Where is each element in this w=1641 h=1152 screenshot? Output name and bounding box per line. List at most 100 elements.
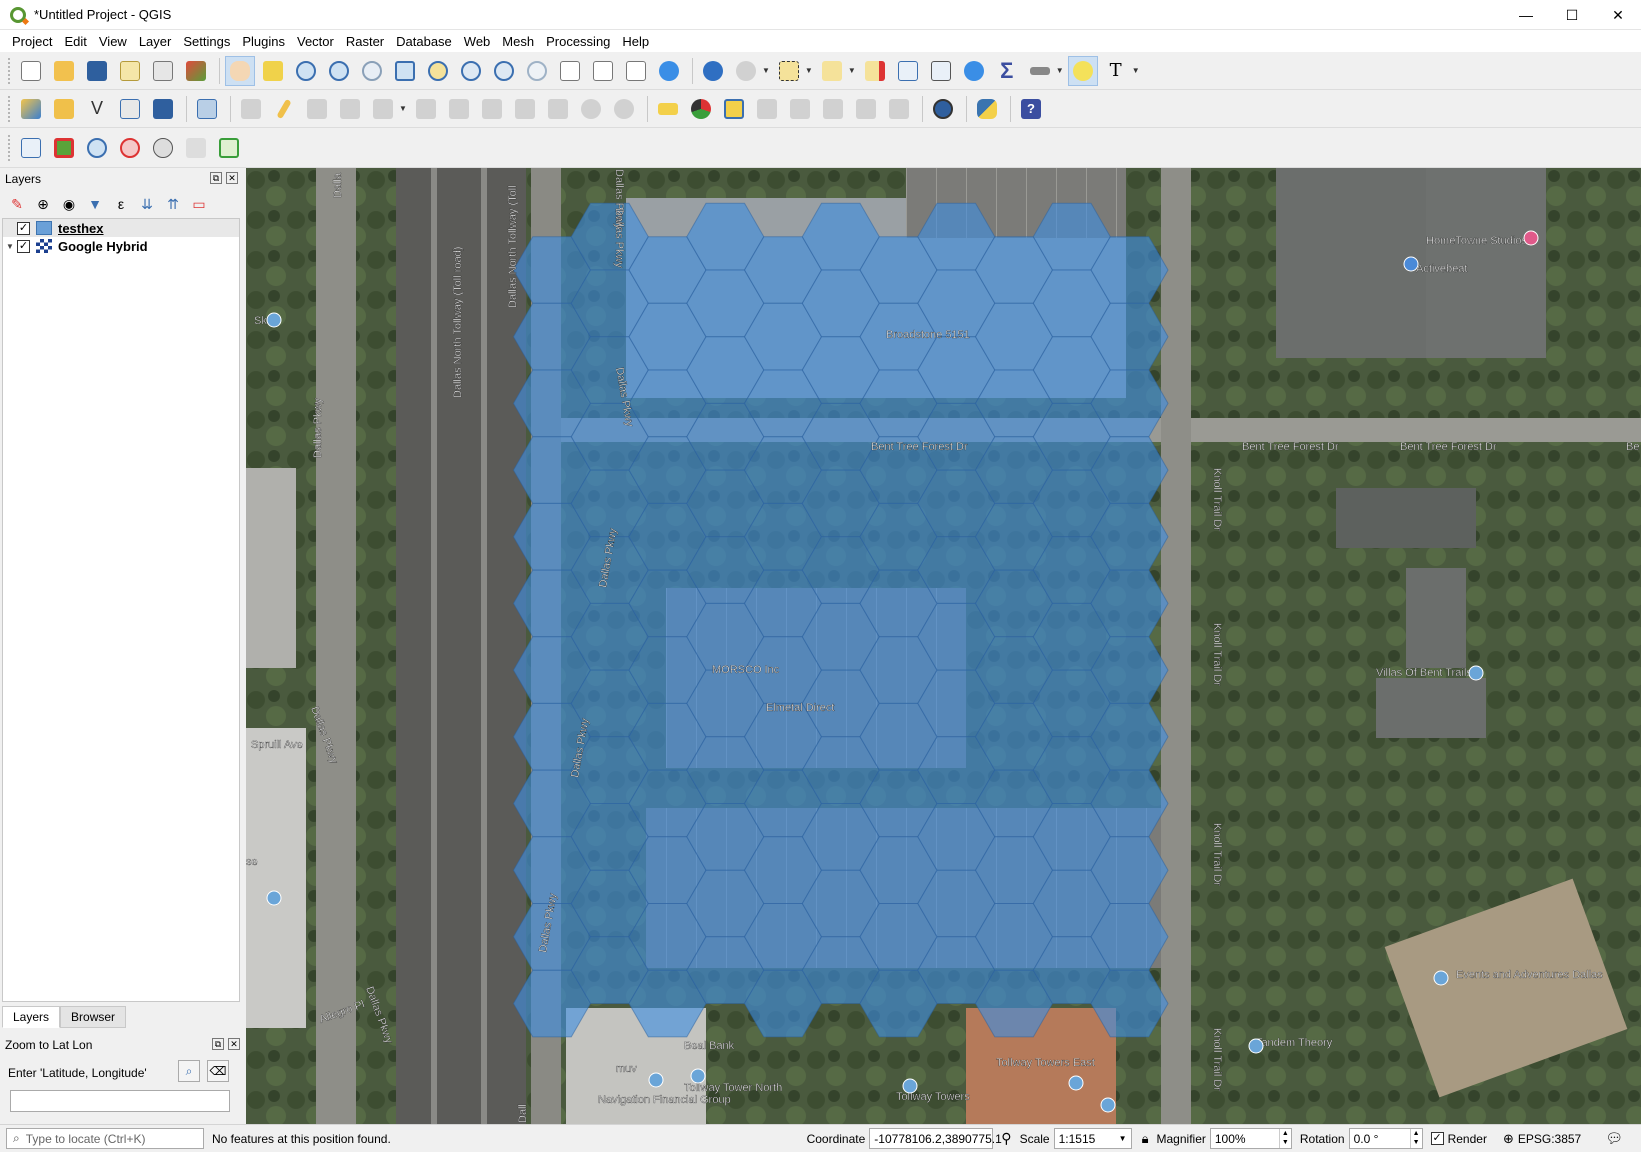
magnifier-spinbox[interactable]: 100% ▲ ▼ [1209,1128,1292,1149]
style-manager-button[interactable] [181,56,211,86]
select-features-button[interactable] [774,56,804,86]
menu-vector[interactable]: Vector [291,34,340,49]
expand-all-button[interactable]: ⇊ [136,193,158,215]
menu-view[interactable]: View [93,34,133,49]
copy-features-button[interactable] [510,94,540,124]
statistics-button[interactable] [926,56,956,86]
redo-button[interactable] [609,94,639,124]
style-layer-button[interactable]: ✎ [6,193,28,215]
new-virtual-layer-button[interactable] [148,94,178,124]
float-panel-button[interactable]: ⧉ [210,172,222,184]
attribute-table-button[interactable] [893,56,923,86]
virtual-layer-button[interactable] [192,94,222,124]
map-pin-icon[interactable] [266,312,282,328]
zoom-out-button[interactable] [324,56,354,86]
zoom-to-latlon-button[interactable]: ⌕ [178,1060,200,1082]
refresh-button[interactable] [654,56,684,86]
menu-mesh[interactable]: Mesh [496,34,540,49]
map-pin-icon[interactable] [1068,1075,1084,1091]
new-map-view-button[interactable] [555,56,585,86]
select-by-value-button[interactable] [817,56,847,86]
chevron-down-icon[interactable]: ▼ [848,66,856,75]
lock-scale-icon[interactable]: 🔒︎ [1142,1131,1149,1147]
save-project-button[interactable] [82,56,112,86]
processing-toolbox-button[interactable] [959,56,989,86]
highlight-pinned-labels-button[interactable] [719,94,749,124]
move-label-button[interactable] [818,94,848,124]
data-source-manager-button[interactable] [16,94,46,124]
chevron-down-icon[interactable]: ▼ [3,242,17,251]
chevron-down-icon[interactable]: ▼ [762,66,770,75]
zoom-to-layer-button[interactable] [456,56,486,86]
filter-legend-button[interactable]: ▼ [84,193,106,215]
filter-by-expression-button[interactable]: ε [110,193,132,215]
messages-icon[interactable]: 💬︎ [1605,1130,1623,1147]
close-button[interactable]: ✕ [1595,0,1641,30]
menu-project[interactable]: Project [6,34,58,49]
modify-attributes-button[interactable] [411,94,441,124]
text-annotation-button[interactable]: T [1101,56,1131,86]
chevron-down-icon[interactable]: ▼ [1119,1134,1127,1143]
map-canvas[interactable]: Dallas North Tollway (Toll road) Dallas … [246,168,1641,1124]
menu-processing[interactable]: Processing [540,34,616,49]
extents-toggle-icon[interactable]: ⚲ [1001,1130,1011,1147]
map-pin-icon[interactable] [1403,256,1419,272]
rotation-spinbox[interactable]: 0.0 ° ▲ ▼ [1348,1128,1423,1149]
map-pin-icon[interactable] [266,890,282,906]
new-temporary-layer-button[interactable] [115,94,145,124]
zoom-native-button[interactable] [357,56,387,86]
new-shapefile-layer-button[interactable]: V [82,94,112,124]
menu-web[interactable]: Web [458,34,497,49]
map-pin-icon[interactable] [648,1072,664,1088]
pan-map-button[interactable] [225,55,255,86]
plugin-tool-1-button[interactable] [16,133,46,163]
layer-visibility-checkbox[interactable]: ✓ [17,239,30,253]
minimize-button[interactable]: — [1503,0,1549,30]
open-project-button[interactable] [49,56,79,86]
zoom-full-button[interactable] [390,56,420,86]
plugin-tool-7-button[interactable] [214,133,244,163]
quickmapservices-button[interactable] [928,94,958,124]
plugin-tool-5-button[interactable] [148,133,178,163]
paste-features-button[interactable] [543,94,573,124]
add-feature-button[interactable] [335,94,365,124]
tab-browser[interactable]: Browser [60,1006,127,1028]
pan-to-selection-button[interactable] [258,56,288,86]
python-console-button[interactable] [972,94,1002,124]
latlon-input[interactable] [10,1090,230,1112]
undo-button[interactable] [576,94,606,124]
add-group-button[interactable]: ⊕ [32,193,54,215]
remove-layer-button[interactable]: ▭ [188,193,210,215]
change-label-button[interactable] [884,94,914,124]
crs-globe-icon[interactable]: ⊕ [1503,1131,1514,1147]
layer-row-testhex[interactable]: ✓ testhex [3,219,239,237]
identify-features-button[interactable] [698,56,728,86]
tab-layers[interactable]: Layers [2,1006,61,1028]
spin-arrows-icon[interactable]: ▲ ▼ [1278,1129,1291,1148]
plugin-tool-6-button[interactable] [181,133,211,163]
delete-selected-button[interactable] [444,94,474,124]
map-tips-button[interactable] [1067,55,1098,86]
locator-search-input[interactable]: ⌕ Type to locate (Ctrl+K) [6,1128,204,1149]
pin-labels-button[interactable] [752,94,782,124]
chevron-down-icon[interactable]: ▼ [805,66,813,75]
map-pin-icon[interactable] [690,1068,706,1084]
menu-plugins[interactable]: Plugins [236,34,291,49]
chevron-down-icon[interactable]: ▼ [399,104,407,113]
maximize-button[interactable]: ☐ [1549,0,1595,30]
new-project-button[interactable] [16,56,46,86]
cut-features-button[interactable] [477,94,507,124]
show-statistical-summary-button[interactable]: Σ [992,56,1022,86]
map-pin-icon[interactable] [1523,230,1539,246]
deselect-features-button[interactable] [860,56,890,86]
map-pin-icon[interactable] [902,1078,918,1094]
crs-label[interactable]: EPSG:3857 [1518,1132,1581,1146]
coordinate-field[interactable]: -10778106.2,3890775.1 [869,1128,1002,1149]
toolbar-grip[interactable] [8,134,12,161]
zoom-last-button[interactable] [489,56,519,86]
plugin-tool-3-button[interactable] [82,133,112,163]
render-checkbox[interactable]: ✓ [1430,1132,1444,1145]
vertex-tool-button[interactable] [368,94,398,124]
new-geopackage-layer-button[interactable] [49,94,79,124]
float-panel-button[interactable]: ⧉ [212,1038,224,1050]
